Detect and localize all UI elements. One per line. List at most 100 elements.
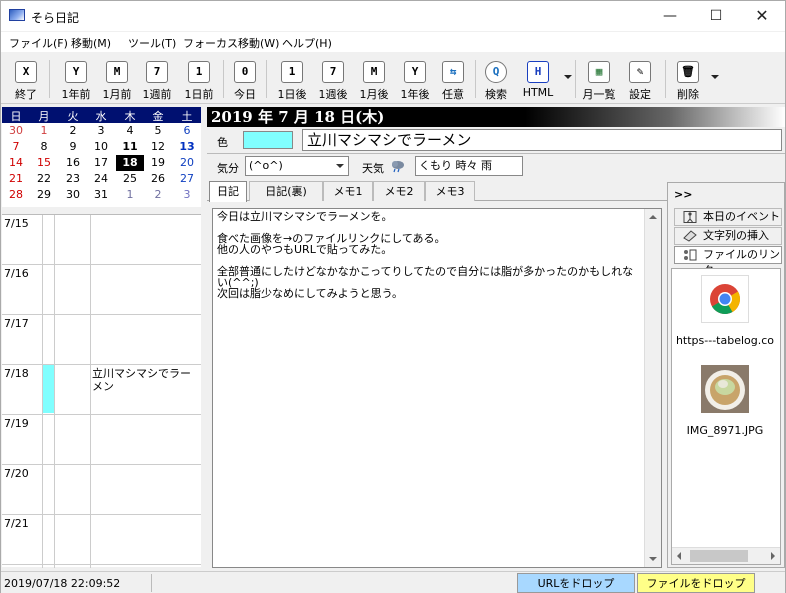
file-link-icon xyxy=(684,249,697,261)
calendar-day[interactable]: 2 xyxy=(144,187,172,203)
calendar-day[interactable]: 28 xyxy=(2,187,30,203)
calendar-day[interactable]: 19 xyxy=(144,155,172,171)
calendar-day[interactable]: 31 xyxy=(87,187,115,203)
calendar-day[interactable]: 30 xyxy=(59,187,87,203)
title-field[interactable]: 立川マシマシでラーメン xyxy=(302,129,782,151)
next-day-button[interactable]: 1 1日後 xyxy=(274,56,310,102)
week-row[interactable]: 7/19 xyxy=(2,415,201,465)
calendar-day[interactable]: 29 xyxy=(30,187,58,203)
search-button[interactable]: Q 検索 xyxy=(481,56,511,102)
calendar-day[interactable]: 11 xyxy=(116,139,144,155)
tab-diary[interactable]: 日記 xyxy=(209,181,247,202)
expand-panel-button[interactable]: >> xyxy=(674,188,692,201)
calendar-day[interactable]: 16 xyxy=(59,155,87,171)
next-week-button[interactable]: 7 1週後 xyxy=(315,56,351,102)
diary-editor[interactable]: 今日は立川マシマシでラーメンを。 食べた画像を→のファイルリンクにしてある。 他… xyxy=(212,208,662,568)
color-picker[interactable] xyxy=(243,131,293,149)
week-row[interactable]: 7/20 xyxy=(2,465,201,515)
calendar-day[interactable]: 26 xyxy=(144,171,172,187)
month-list-button[interactable]: ▦ 月一覧 xyxy=(580,56,618,102)
calendar-day[interactable]: 1 xyxy=(30,123,58,139)
any-date-button[interactable]: ⇆ 任意 xyxy=(437,56,469,102)
calendar-day[interactable]: 17 xyxy=(87,155,115,171)
week-row[interactable]: 7/15 xyxy=(2,215,201,265)
file-item[interactable]: IMG_8971.JPG xyxy=(675,365,775,437)
calendar-day[interactable]: 14 xyxy=(2,155,30,171)
menu-move[interactable]: 移動(M) xyxy=(71,35,111,51)
calendar-day[interactable]: 25 xyxy=(116,171,144,187)
menu-tools[interactable]: ツール(T) xyxy=(128,35,176,51)
calendar-day[interactable]: 24 xyxy=(87,171,115,187)
minimize-button[interactable]: — xyxy=(647,1,693,31)
exit-button[interactable]: X 終了 xyxy=(9,56,43,102)
close-button[interactable]: ✕ xyxy=(739,1,785,31)
tab-memo3[interactable]: メモ3 xyxy=(425,181,475,201)
file-drop-zone[interactable]: ファイルをドロップ xyxy=(637,573,755,593)
calendar-day[interactable]: 3 xyxy=(173,187,201,203)
prev-day-button[interactable]: 1 1日前 xyxy=(181,56,217,102)
menu-focus[interactable]: フォーカス移動(W) xyxy=(183,35,279,51)
prev-week-button[interactable]: 7 1週前 xyxy=(139,56,175,102)
scroll-right-icon[interactable] xyxy=(771,552,775,560)
file-item[interactable]: https---tabelog.co xyxy=(675,275,775,347)
insert-text-button[interactable]: 文字列の挿入 xyxy=(674,227,782,245)
calendar-day[interactable]: 5 xyxy=(144,123,172,139)
week-row-current[interactable]: 7/18 立川マシマシでラーメン xyxy=(2,365,201,415)
scroll-left-icon[interactable] xyxy=(677,552,681,560)
title-bar: そら日記 — ☐ ✕ xyxy=(1,1,785,31)
calendar-day[interactable]: 20 xyxy=(173,155,201,171)
delete-button[interactable]: 🗑 削除 xyxy=(672,56,704,102)
weather-input[interactable]: くもり 時々 雨 xyxy=(415,156,523,176)
calendar-day[interactable]: 7 xyxy=(2,139,30,155)
calendar-day[interactable]: 13 xyxy=(173,139,201,155)
calendar-day[interactable]: 4 xyxy=(116,123,144,139)
next-month-button[interactable]: M 1月後 xyxy=(356,56,392,102)
toolbar-separator xyxy=(575,60,576,98)
calendar-day[interactable]: 21 xyxy=(2,171,30,187)
toolbar-separator xyxy=(223,60,224,98)
calendar-day[interactable]: 9 xyxy=(59,139,87,155)
calendar-day[interactable]: 3 xyxy=(87,123,115,139)
mood-select[interactable]: (^o^) xyxy=(245,156,349,176)
calendar-day[interactable]: 23 xyxy=(59,171,87,187)
calendar-day[interactable]: 2 xyxy=(59,123,87,139)
calendar-day[interactable]: 22 xyxy=(30,171,58,187)
prev-month-button[interactable]: M 1月前 xyxy=(99,56,135,102)
calendar-day[interactable]: 15 xyxy=(30,155,58,171)
delete-dropdown-arrow-icon[interactable] xyxy=(711,75,719,79)
maximize-button[interactable]: ☐ xyxy=(693,1,739,31)
scroll-up-icon[interactable] xyxy=(649,215,657,219)
file-list-scrollbar[interactable] xyxy=(672,547,780,564)
calendar-day[interactable]: 8 xyxy=(30,139,58,155)
week-row[interactable]: 7/21 xyxy=(2,515,201,565)
calendar-day[interactable]: 30 xyxy=(2,123,30,139)
calendar-day[interactable]: 12 xyxy=(144,139,172,155)
calendar-day[interactable]: 10 xyxy=(87,139,115,155)
menu-file[interactable]: ファイル(F) xyxy=(9,35,68,51)
week-row[interactable]: 7/17 xyxy=(2,315,201,365)
today-events-button[interactable]: 本日のイベント xyxy=(674,208,782,226)
calendar-day[interactable]: 6 xyxy=(173,123,201,139)
calendar-day[interactable]: 1 xyxy=(116,187,144,203)
week-row[interactable]: 7/16 xyxy=(2,265,201,315)
html-button[interactable]: H HTML xyxy=(519,56,557,102)
settings-button[interactable]: ✎ 設定 xyxy=(624,56,656,102)
calendar-day-selected[interactable]: 18 xyxy=(116,155,144,171)
calendar-day[interactable]: 27 xyxy=(173,171,201,187)
diary-body-text[interactable]: 今日は立川マシマシでラーメンを。 食べた画像を→のファイルリンクにしてある。 他… xyxy=(217,211,642,561)
tab-memo1[interactable]: メモ1 xyxy=(323,181,373,201)
scroll-down-icon[interactable] xyxy=(649,557,657,561)
today-button[interactable]: 0 今日 xyxy=(229,56,261,102)
menu-help[interactable]: ヘルプ(H) xyxy=(282,35,332,51)
tab-diary-back[interactable]: 日記(裏) xyxy=(249,181,323,201)
tab-memo2[interactable]: メモ2 xyxy=(373,181,425,201)
week-row-date: 7/19 xyxy=(4,417,29,430)
scroll-thumb[interactable] xyxy=(690,550,748,562)
prev-year-button[interactable]: Y 1年前 xyxy=(58,56,94,102)
file-link-button[interactable]: ファイルのリンク xyxy=(674,246,782,277)
editor-scrollbar[interactable] xyxy=(644,209,661,567)
html-dropdown-arrow-icon[interactable] xyxy=(564,75,572,79)
next-year-button[interactable]: Y 1年後 xyxy=(397,56,433,102)
url-drop-zone[interactable]: URLをドロップ xyxy=(517,573,635,593)
cloud-rain-icon[interactable] xyxy=(390,159,406,173)
